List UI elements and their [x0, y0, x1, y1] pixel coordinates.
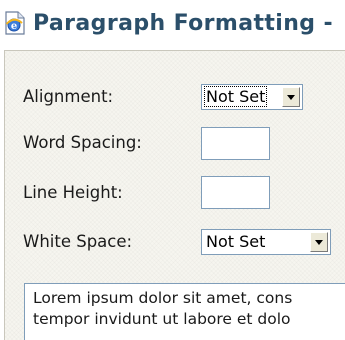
paragraph-formatting-window: e Paragraph Formatting - Alignment: Not … [0, 0, 345, 340]
window-title: Paragraph Formatting - [33, 11, 334, 36]
preview-line-2: tempor invidunt ut labore et dolo [33, 310, 291, 328]
alignment-dropdown-button[interactable] [282, 87, 300, 107]
title-bar: e Paragraph Formatting - [0, 0, 345, 48]
white-space-label: White Space: [23, 232, 133, 251]
line-height-input[interactable] [201, 176, 270, 209]
preview-box: Lorem ipsum dolor sit amet, cons tempor … [24, 283, 345, 340]
alignment-select-value: Not Set [203, 86, 268, 107]
alignment-select[interactable]: Not Set [201, 84, 303, 110]
ie-page-icon: e [5, 11, 25, 35]
white-space-select-value: Not Set [206, 232, 266, 251]
word-spacing-input[interactable] [201, 127, 270, 160]
svg-text:e: e [11, 21, 17, 32]
white-space-select[interactable]: Not Set [201, 229, 331, 255]
alignment-label: Alignment: [23, 87, 114, 106]
preview-line-1: Lorem ipsum dolor sit amet, cons [33, 289, 293, 307]
white-space-dropdown-button[interactable] [310, 232, 328, 252]
word-spacing-label: Word Spacing: [23, 133, 142, 152]
line-height-label: Line Height: [23, 183, 123, 202]
